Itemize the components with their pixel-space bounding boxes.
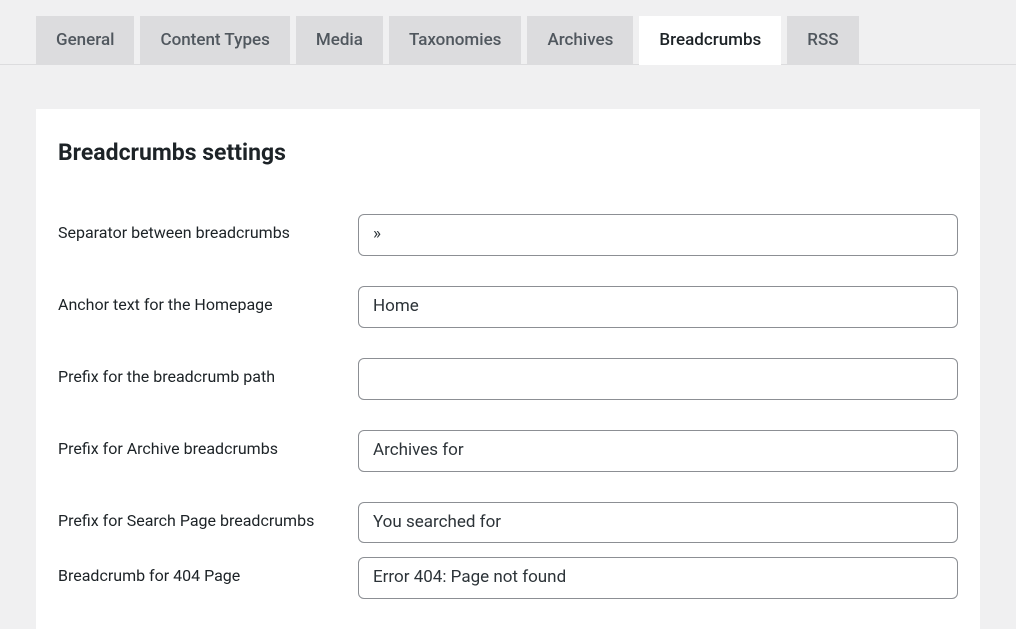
label-prefix-search: Prefix for Search Page breadcrumbs: [58, 502, 340, 532]
field-row-prefix-path: Prefix for the breadcrumb path: [58, 358, 958, 400]
field-row-separator: Separator between breadcrumbs: [58, 214, 958, 256]
tab-media[interactable]: Media: [296, 16, 383, 64]
input-prefix-path[interactable]: [358, 358, 958, 400]
tab-breadcrumbs[interactable]: Breadcrumbs: [639, 16, 781, 65]
tab-rss[interactable]: RSS: [787, 16, 858, 64]
tabs-nav: General Content Types Media Taxonomies A…: [0, 0, 1016, 65]
breadcrumbs-settings-panel: Breadcrumbs settings Separator between b…: [36, 109, 980, 629]
tab-archives[interactable]: Archives: [527, 16, 633, 64]
input-prefix-archive[interactable]: [358, 430, 958, 472]
label-breadcrumb-404: Breadcrumb for 404 Page: [58, 557, 340, 587]
panel-title: Breadcrumbs settings: [58, 139, 958, 166]
label-prefix-archive: Prefix for Archive breadcrumbs: [58, 430, 340, 460]
field-row-prefix-archive: Prefix for Archive breadcrumbs: [58, 430, 958, 472]
label-separator: Separator between breadcrumbs: [58, 214, 340, 244]
input-home-anchor[interactable]: [358, 286, 958, 328]
tab-general[interactable]: General: [36, 16, 134, 64]
field-row-home-anchor: Anchor text for the Homepage: [58, 286, 958, 328]
tab-content-types[interactable]: Content Types: [140, 16, 289, 64]
field-row-breadcrumb-404: Breadcrumb for 404 Page: [58, 557, 958, 599]
field-row-prefix-search: Prefix for Search Page breadcrumbs: [58, 502, 958, 544]
input-prefix-search[interactable]: [358, 502, 958, 544]
label-home-anchor: Anchor text for the Homepage: [58, 286, 340, 316]
input-separator[interactable]: [358, 214, 958, 256]
label-prefix-path: Prefix for the breadcrumb path: [58, 358, 340, 388]
tab-taxonomies[interactable]: Taxonomies: [389, 16, 522, 64]
input-breadcrumb-404[interactable]: [358, 557, 958, 599]
